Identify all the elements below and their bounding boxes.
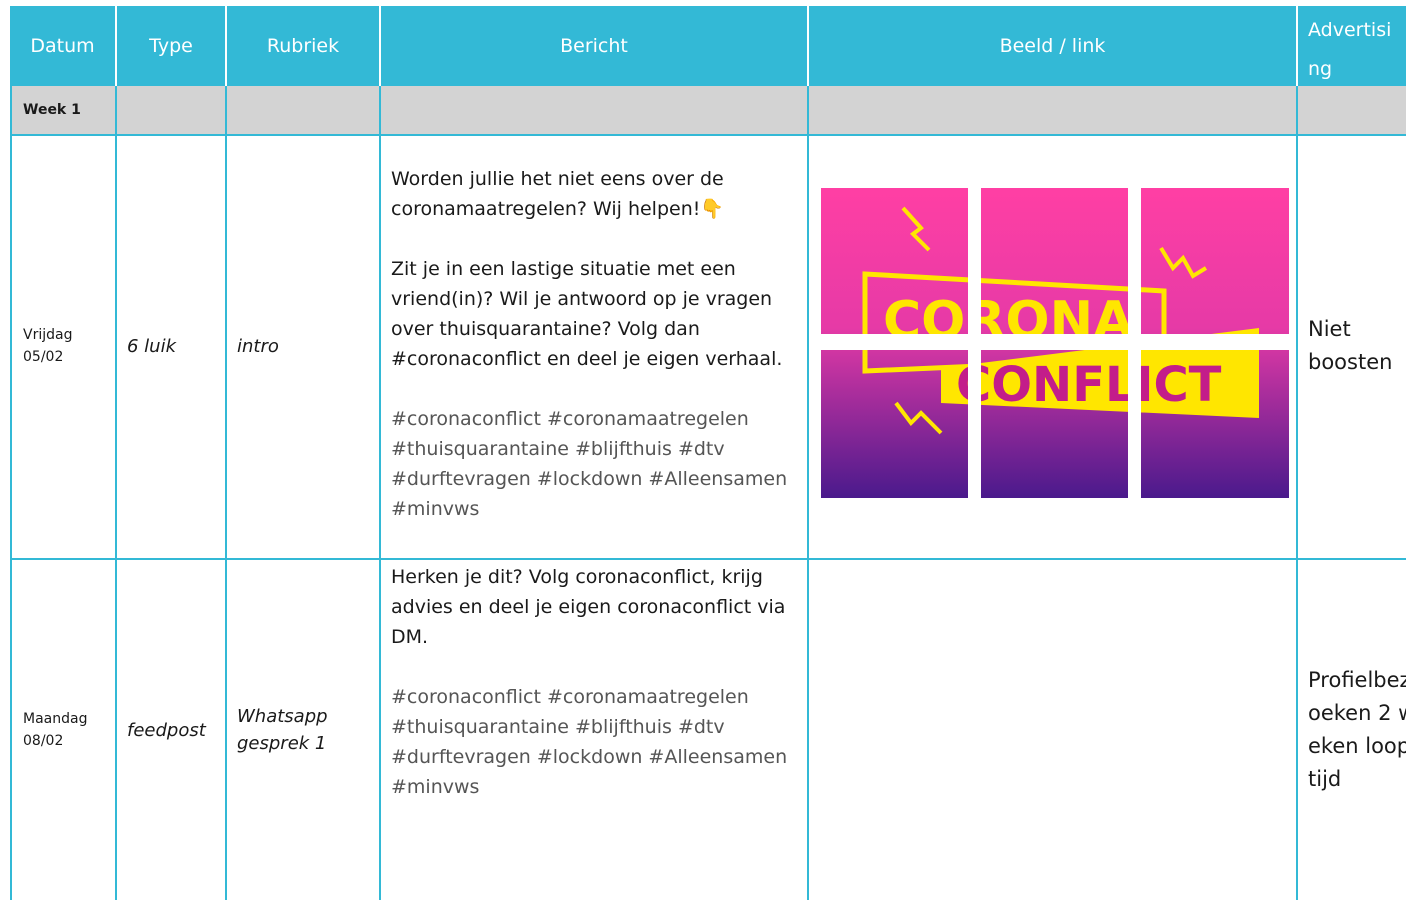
message-cell: Herken je dit? Volg coronaconflict, krij… <box>381 560 809 900</box>
image-cell: CORONA CONFLICT <box>809 134 1298 558</box>
header-datum: Datum <box>10 6 117 86</box>
header-bericht: Bericht <box>381 6 809 86</box>
message-hashtags: #coronaconflict #coronamaatregelen #thui… <box>391 686 788 798</box>
message-paragraph: Herken je dit? Volg coronaconflict, krij… <box>391 566 786 648</box>
day-label: Maandag <box>23 711 88 727</box>
header-type: Type <box>117 6 227 86</box>
advertising-cell: Niet boosten <box>1298 134 1406 558</box>
table-row: Vrijdag 05/02 6 luik intro Worden jullie… <box>10 134 1406 560</box>
date-cell: Maandag 08/02 <box>10 560 117 900</box>
date-label: 05/02 <box>23 349 64 365</box>
message-hashtags: #coronaconflict #coronamaatregelen #thui… <box>391 408 788 520</box>
corona-conflict-image: CORONA CONFLICT <box>821 188 1289 498</box>
image-word-conflict: CONFLICT <box>956 357 1222 413</box>
date-cell: Vrijdag 05/02 <box>10 134 117 558</box>
header-beeld: Beeld / link <box>809 6 1298 86</box>
week-label: Week 1 <box>10 86 117 134</box>
type-cell: feedpost <box>117 560 227 900</box>
message-paragraph: Worden jullie het niet eens over de coro… <box>391 168 725 220</box>
advertising-cell: Profielbezoeken 2 weken looptijd <box>1298 560 1406 900</box>
header-advertising: Advertisi ng <box>1308 19 1392 80</box>
image-cell <box>809 560 1298 900</box>
date-label: 08/02 <box>23 733 64 749</box>
week-row: Week 1 <box>10 86 1406 136</box>
rubriek-cell: Whatsapp gesprek 1 <box>227 560 381 900</box>
day-label: Vrijdag <box>23 327 73 343</box>
table-header: Datum Type Rubriek Bericht Beeld / link … <box>10 6 1406 86</box>
rubriek-cell: intro <box>227 134 381 558</box>
message-cell: Worden jullie het niet eens over de coro… <box>381 134 809 558</box>
header-rubriek: Rubriek <box>227 6 381 86</box>
type-cell: 6 luik <box>117 134 227 558</box>
message-paragraph: Zit je in een lastige situatie met een v… <box>391 258 783 370</box>
table-row: Maandag 08/02 feedpost Whatsapp gesprek … <box>10 560 1406 900</box>
image-word-corona: CORONA <box>883 291 1133 351</box>
